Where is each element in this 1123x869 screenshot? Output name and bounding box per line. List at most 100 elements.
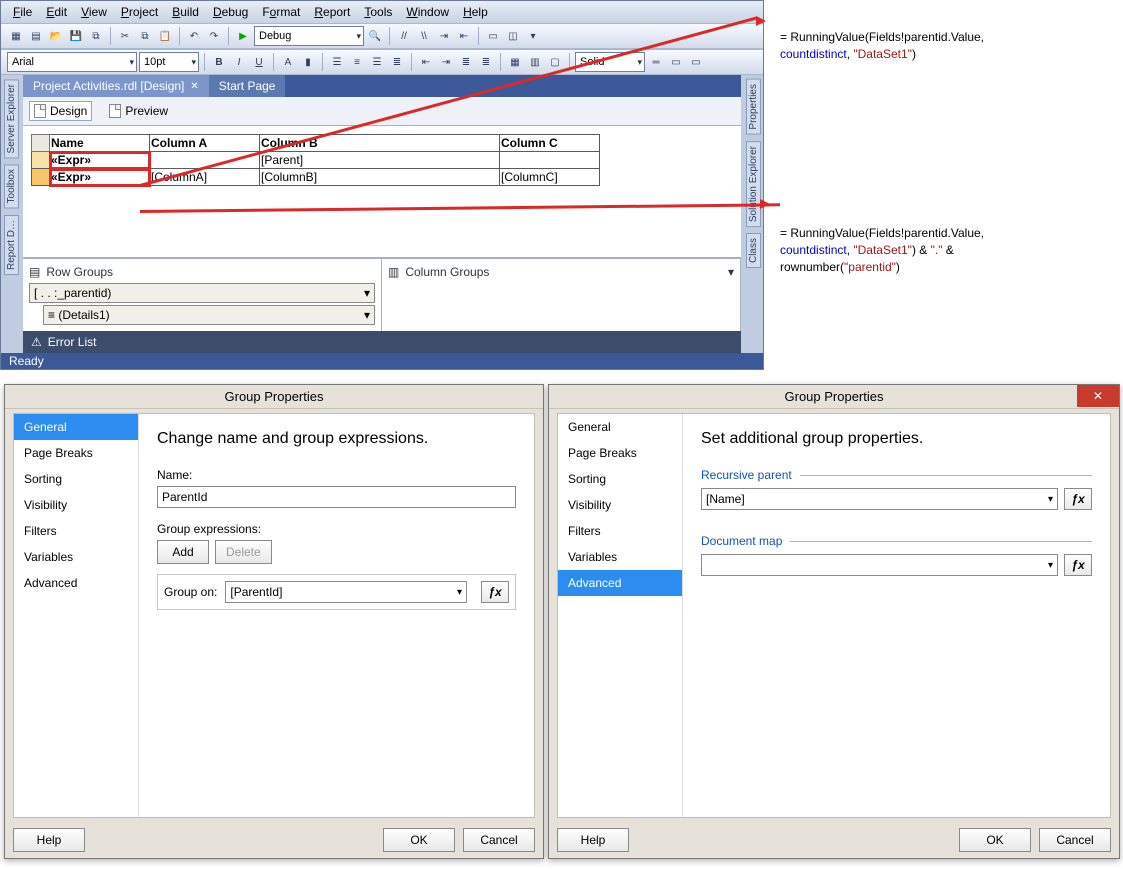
bold-icon[interactable]: B — [210, 53, 228, 71]
save-icon[interactable]: 💾 — [67, 27, 85, 45]
class-view-tab[interactable]: Class — [746, 233, 761, 268]
uncomment-icon[interactable]: \\ — [415, 27, 433, 45]
menu-build[interactable]: Build — [166, 3, 205, 21]
error-list-bar[interactable]: ⚠ Error List — [23, 331, 741, 353]
nav-general[interactable]: General — [558, 414, 682, 440]
tablix[interactable]: Name Column A Column B Column C «Expr» [… — [31, 134, 600, 186]
underline-icon[interactable]: U — [250, 53, 268, 71]
menu-window[interactable]: Window — [400, 3, 455, 21]
chevron-down-icon[interactable]: ▾ — [364, 308, 370, 322]
nav-advanced[interactable]: Advanced — [14, 570, 138, 596]
menu-bar[interactable]: File Edit View Project Build Debug Forma… — [1, 1, 763, 23]
ok-button[interactable]: OK — [383, 828, 455, 852]
save-all-icon[interactable]: ⧉ — [87, 27, 105, 45]
tab-close-icon[interactable]: ✕ — [190, 81, 198, 92]
nav-sorting[interactable]: Sorting — [14, 466, 138, 492]
report-data-tab[interactable]: Report D… — [4, 215, 19, 275]
name-input[interactable] — [157, 486, 516, 508]
menu-format[interactable]: Format — [256, 3, 306, 21]
col-hdr-c[interactable]: Column C — [500, 135, 600, 152]
nav-sorting[interactable]: Sorting — [558, 466, 682, 492]
new-project-icon[interactable]: ▦ — [7, 27, 25, 45]
border-style-icon[interactable]: ▭ — [687, 53, 705, 71]
col-hdr-name[interactable]: Name — [50, 135, 150, 152]
help-button[interactable]: Help — [557, 828, 629, 852]
comment-icon[interactable]: // — [395, 27, 413, 45]
subtab-preview[interactable]: Preview — [104, 101, 173, 121]
font-size-combo[interactable]: 10pt — [139, 52, 199, 72]
indent-icon[interactable]: ⇥ — [435, 27, 453, 45]
split-icon[interactable]: ▥ — [526, 53, 544, 71]
cell-b1[interactable]: [ColumnB] — [260, 169, 500, 186]
align-right-icon[interactable]: ☰ — [368, 53, 386, 71]
window-split-icon[interactable]: ◫ — [504, 27, 522, 45]
find-icon[interactable]: 🔍 — [366, 27, 384, 45]
paste-icon[interactable]: 📋 — [156, 27, 174, 45]
toolbox-tab[interactable]: Toolbox — [4, 164, 19, 208]
menu-project[interactable]: Project — [115, 3, 164, 21]
row-group-parent[interactable]: [ . . :_parentid) ▾ — [29, 283, 375, 303]
numbering-icon[interactable]: ≣ — [477, 53, 495, 71]
menu-file[interactable]: File — [7, 3, 38, 21]
copy-icon[interactable]: ⧉ — [136, 27, 154, 45]
cell-c0[interactable] — [500, 152, 600, 169]
help-button[interactable]: Help — [13, 828, 85, 852]
fx-button[interactable]: ƒx — [481, 581, 509, 603]
expr-cell-parent[interactable]: «Expr» — [50, 152, 150, 169]
tab-project-activities[interactable]: Project Activities.rdl [Design] ✕ — [23, 75, 209, 97]
menu-view[interactable]: View — [75, 3, 113, 21]
cancel-button[interactable]: Cancel — [463, 828, 535, 852]
tab-start-page[interactable]: Start Page — [209, 75, 286, 97]
open-icon[interactable]: 📂 — [47, 27, 65, 45]
outdent-icon2[interactable]: ⇤ — [417, 53, 435, 71]
row-handle-group[interactable] — [32, 152, 50, 169]
align-center-icon[interactable]: ≡ — [348, 53, 366, 71]
cancel-button[interactable]: Cancel — [1039, 828, 1111, 852]
italic-icon[interactable]: I — [230, 53, 248, 71]
document-map-select[interactable] — [701, 554, 1058, 576]
justify-icon[interactable]: ≣ — [388, 53, 406, 71]
nav-general[interactable]: General — [14, 414, 138, 440]
add-item-icon[interactable]: ▤ — [27, 27, 45, 45]
bullets-icon[interactable]: ≣ — [457, 53, 475, 71]
nav-advanced[interactable]: Advanced — [558, 570, 682, 596]
close-icon[interactable]: ✕ — [1077, 385, 1119, 407]
fx-button[interactable]: ƒx — [1064, 488, 1092, 510]
font-combo[interactable]: Arial — [7, 52, 137, 72]
outdent-icon[interactable]: ⇤ — [455, 27, 473, 45]
font-color-icon[interactable]: A — [279, 53, 297, 71]
back-color-icon[interactable]: ▮ — [299, 53, 317, 71]
add-button[interactable]: Add — [157, 540, 209, 564]
col-hdr-a[interactable]: Column A — [150, 135, 260, 152]
solution-explorer-tab[interactable]: Solution Explorer — [746, 141, 761, 227]
nav-variables[interactable]: Variables — [14, 544, 138, 570]
corner-cell[interactable] — [32, 135, 50, 152]
border-color-icon[interactable]: ▭ — [667, 53, 685, 71]
more-win-icon[interactable]: ▾ — [524, 27, 542, 45]
recursive-parent-select[interactable]: [Name] — [701, 488, 1058, 510]
redo-icon[interactable]: ↷ — [205, 27, 223, 45]
row-handle-detail[interactable] — [32, 169, 50, 186]
start-debug-icon[interactable]: ▶ — [234, 27, 252, 45]
merge-icon[interactable]: ▦ — [506, 53, 524, 71]
cell-c1[interactable]: [ColumnC] — [500, 169, 600, 186]
nav-visibility[interactable]: Visibility — [558, 492, 682, 518]
menu-debug[interactable]: Debug — [207, 3, 254, 21]
properties-tab[interactable]: Properties — [746, 79, 761, 135]
indent-icon2[interactable]: ⇥ — [437, 53, 455, 71]
chevron-down-icon[interactable]: ▾ — [364, 286, 370, 300]
undo-icon[interactable]: ↶ — [185, 27, 203, 45]
fx-button[interactable]: ƒx — [1064, 554, 1092, 576]
nav-variables[interactable]: Variables — [558, 544, 682, 570]
menu-help[interactable]: Help — [457, 3, 494, 21]
subtab-design[interactable]: Design — [29, 101, 92, 121]
row-group-details[interactable]: ≡ (Details1) ▾ — [43, 305, 375, 325]
design-surface[interactable]: Name Column A Column B Column C «Expr» [… — [23, 126, 741, 258]
menu-tools[interactable]: Tools — [358, 3, 398, 21]
cut-icon[interactable]: ✂ — [116, 27, 134, 45]
nav-page-breaks[interactable]: Page Breaks — [558, 440, 682, 466]
nav-filters[interactable]: Filters — [14, 518, 138, 544]
nav-visibility[interactable]: Visibility — [14, 492, 138, 518]
nav-filters[interactable]: Filters — [558, 518, 682, 544]
nav-page-breaks[interactable]: Page Breaks — [14, 440, 138, 466]
